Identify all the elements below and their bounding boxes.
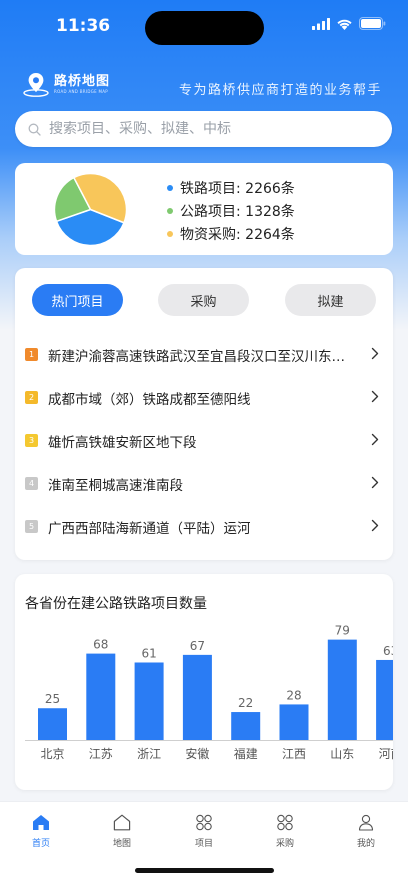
bar-江西 <box>279 704 309 740</box>
legend-dot-railway <box>167 184 173 191</box>
header-slogan: 专为路桥供应商打造的业务帮手 <box>178 83 382 98</box>
legend-dot-highway <box>167 207 173 214</box>
list-item[interactable]: 2 成都市域（郊）铁路成都至德阳线 <box>15 376 393 419</box>
x-tick-label: 浙江 <box>137 747 161 761</box>
list-item[interactable]: 5 广西西部陆海新通道（平陆）运河 <box>15 505 393 548</box>
chevron-right-icon <box>371 519 379 532</box>
home-icon <box>33 815 49 830</box>
stats-card: 铁路项目: 2266条 公路项目: 1328条 物资采购: 2264条 <box>15 163 393 255</box>
tabbar-projects-label: 项目 <box>194 839 213 849</box>
tab-purchase[interactable]: 采购 <box>158 284 249 316</box>
rank-badge: 5 <box>25 520 38 533</box>
bar-北京 <box>38 708 67 740</box>
list-item-title: 雄忻高铁雄安新区地下段 <box>48 434 197 451</box>
x-tick-label: 江苏 <box>89 747 113 761</box>
bar-河南 <box>376 659 393 740</box>
tabbar-home[interactable]: 首页 <box>11 814 71 849</box>
tabbar-profile[interactable]: 我的 <box>336 814 396 849</box>
list-item-title: 广西西部陆海新通道（平陆）运河 <box>48 520 251 537</box>
search-input[interactable] <box>49 121 369 137</box>
x-tick-label: 北京 <box>40 747 64 761</box>
list-item[interactable]: 4 淮南至桐城高速淮南段 <box>15 462 393 505</box>
app-name: 路桥地图 <box>54 73 111 89</box>
stats-purchase-label: 物资采购: 2264条 <box>180 226 295 243</box>
stats-railway-label: 铁路项目: 2266条 <box>180 180 295 197</box>
data-label: 28 <box>286 688 301 702</box>
list-item-title: 新建沪渝蓉高速铁路武汉至宜昌段汉口至汉川东… <box>48 348 345 365</box>
tabbar-home-label: 首页 <box>31 839 50 849</box>
battery-icon <box>359 17 386 30</box>
tabbar-map-label: 地图 <box>112 839 131 849</box>
data-label: 67 <box>190 639 205 653</box>
province-chart-card: 各省份在建公路铁路项目数量 25 北京 68 江苏 61 浙江 67 安徽 22 福建 28 江西 79… <box>15 574 393 790</box>
list-item[interactable]: 1 新建沪渝蓉高速铁路武汉至宜昌段汉口至汉川东… <box>15 333 393 376</box>
legend-dot-purchase <box>167 230 173 237</box>
signal-icon <box>312 17 330 30</box>
status-icons <box>312 17 386 30</box>
purchase-icon <box>277 814 293 831</box>
tabbar-purchase[interactable]: 采购 <box>255 814 315 849</box>
bar-山东 <box>327 639 357 740</box>
status-time: 11:36 <box>56 16 111 36</box>
search-icon <box>28 123 41 136</box>
stats-highway-label: 公路项目: 1328条 <box>180 203 295 220</box>
data-label: 79 <box>335 624 350 638</box>
x-tick-label: 安徽 <box>185 746 209 761</box>
chevron-right-icon <box>371 390 379 403</box>
data-label: 61 <box>141 646 156 660</box>
tabbar-profile-label: 我的 <box>356 839 375 849</box>
home-indicator <box>135 868 274 873</box>
stats-railway: 铁路项目: 2266条 <box>167 176 295 199</box>
tabbar-purchase-label: 采购 <box>275 839 294 849</box>
x-tick-label: 福建 <box>234 746 258 761</box>
chevron-right-icon <box>371 347 379 360</box>
list-item-title: 淮南至桐城高速淮南段 <box>48 477 183 494</box>
tabbar-projects[interactable]: 项目 <box>174 814 234 849</box>
province-bar-chart: 25 北京 68 江苏 61 浙江 67 安徽 22 福建 28 江西 79 山东 63 河南 <box>25 624 393 761</box>
data-label: 22 <box>238 696 253 710</box>
stats-legend: 铁路项目: 2266条 公路项目: 1328条 物资采购: 2264条 <box>167 176 295 245</box>
list-item-title: 成都市域（郊）铁路成都至德阳线 <box>48 391 251 408</box>
rank-badge: 2 <box>25 391 38 404</box>
category-tabs: 热门项目 采购 拟建 <box>32 284 376 316</box>
list-item[interactable]: 3 雄忻高铁雄安新区地下段 <box>15 419 393 462</box>
profile-icon <box>358 814 374 831</box>
x-tick-label: 河南 <box>379 746 393 761</box>
bar-浙江 <box>134 662 164 740</box>
logo-pin-icon <box>23 73 49 97</box>
tab-proposed[interactable]: 拟建 <box>285 284 376 316</box>
bar-江苏 <box>86 653 116 740</box>
data-label: 25 <box>45 692 60 706</box>
hot-list: 1 新建沪渝蓉高速铁路武汉至宜昌段汉口至汉川东… 2 成都市域（郊）铁路成都至德… <box>15 333 393 548</box>
chevron-right-icon <box>371 433 379 446</box>
stats-highway: 公路项目: 1328条 <box>167 199 295 222</box>
stats-pie-chart <box>53 172 128 247</box>
chevron-right-icon <box>371 476 379 489</box>
app-subname: ROAD AND BRIDGE MAP <box>54 88 109 94</box>
status-bar: 11:36 <box>0 0 408 56</box>
app-logo: 路桥地图 ROAD AND BRIDGE MAP <box>22 70 110 98</box>
rank-badge: 4 <box>25 477 38 490</box>
map-icon <box>113 814 131 831</box>
project-icon <box>196 814 212 831</box>
bar-安徽 <box>182 654 212 740</box>
stats-purchase: 物资采购: 2264条 <box>167 222 295 245</box>
bar-福建 <box>231 712 261 740</box>
x-tick-label: 江西 <box>282 747 306 761</box>
hot-projects-card: 热门项目 采购 拟建 1 新建沪渝蓉高速铁路武汉至宜昌段汉口至汉川东… 2 成都… <box>15 268 393 560</box>
dynamic-island <box>145 11 264 45</box>
tab-hot-projects[interactable]: 热门项目 <box>32 284 123 316</box>
tabbar-map[interactable]: 地图 <box>92 814 152 849</box>
rank-badge: 3 <box>25 434 38 447</box>
data-label: 63 <box>383 644 393 658</box>
search-bar[interactable] <box>15 111 392 147</box>
data-label: 68 <box>93 638 108 652</box>
x-tick-label: 山东 <box>330 747 354 761</box>
rank-badge: 1 <box>25 348 38 361</box>
wifi-icon <box>337 19 352 30</box>
